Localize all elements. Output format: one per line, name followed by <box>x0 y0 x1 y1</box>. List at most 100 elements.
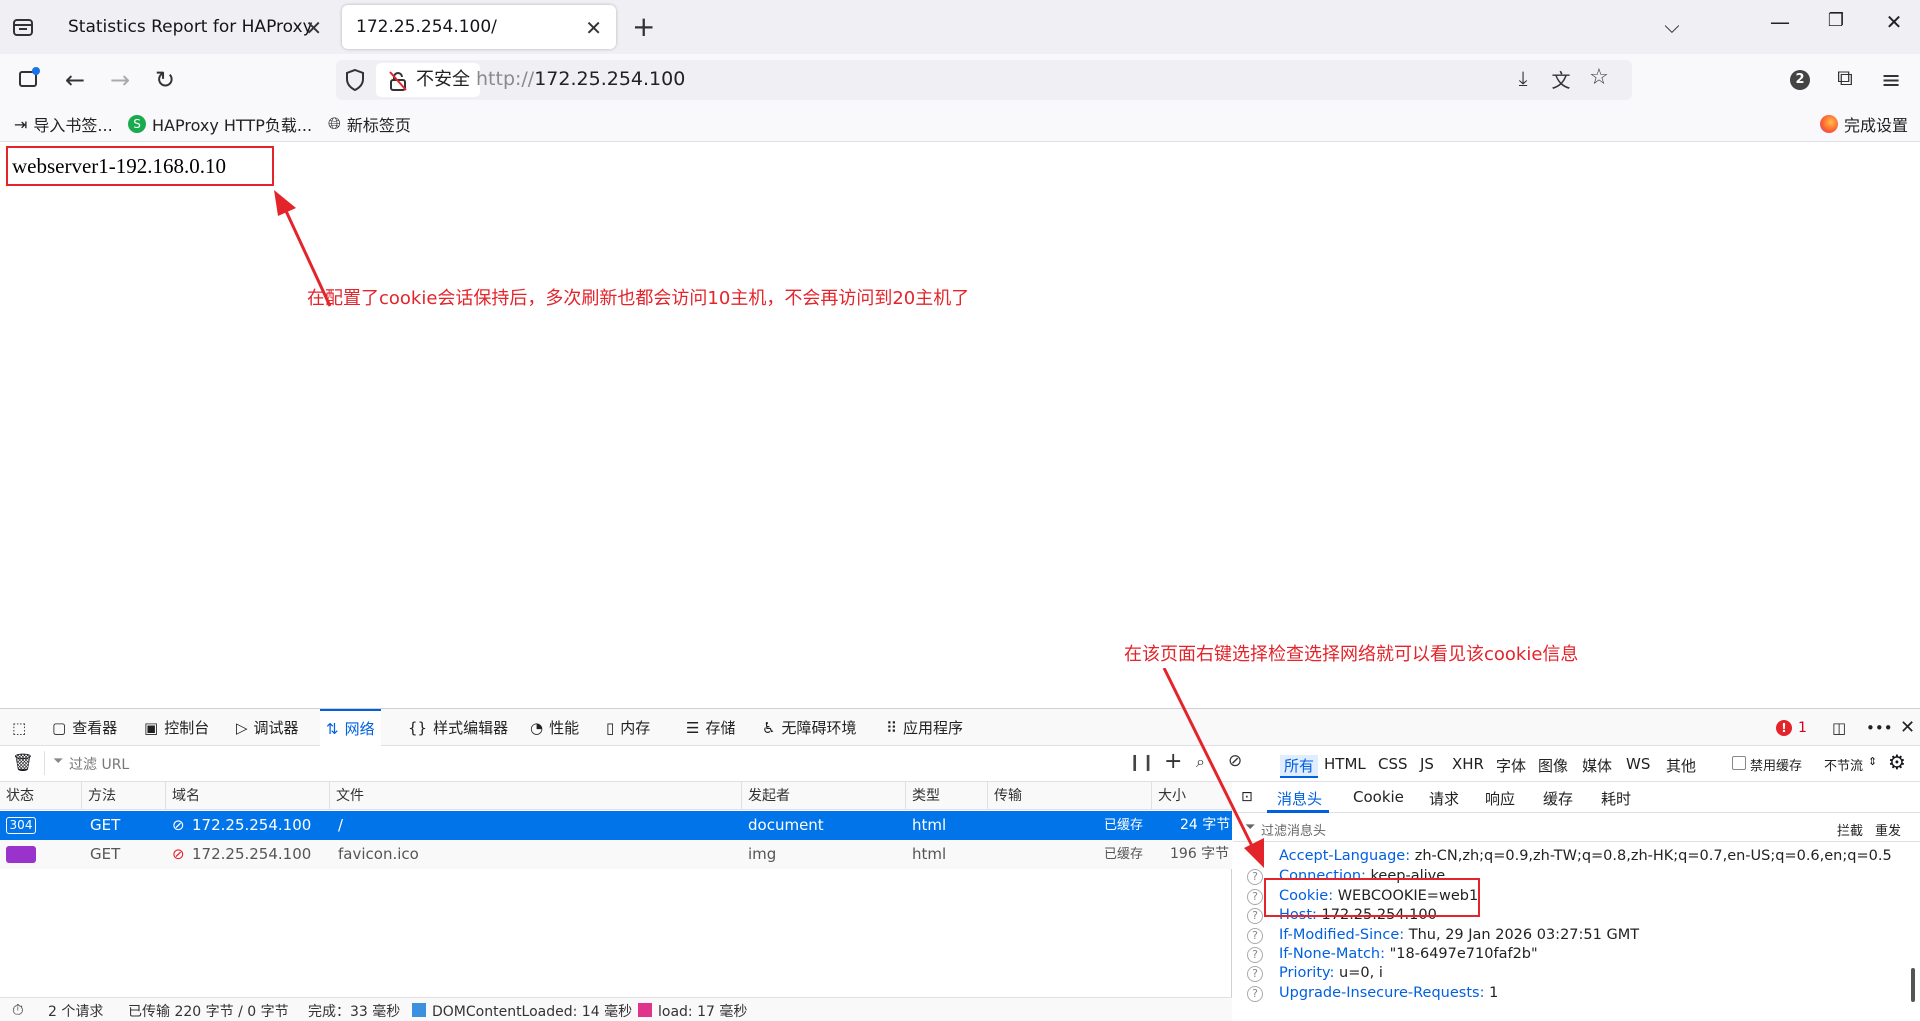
col-domain[interactable]: 域名 <box>166 782 330 810</box>
tab-storage[interactable]: ☰ 存储 <box>680 709 741 746</box>
tab-request[interactable]: 请求 <box>1429 788 1459 809</box>
tab-debugger[interactable]: ▷ 调试器 <box>230 709 305 746</box>
tab-label: 性能 <box>549 719 580 737</box>
help-icon[interactable]: ? <box>1247 889 1263 905</box>
error-count[interactable]: ! 1 <box>1770 709 1813 746</box>
stopwatch-icon[interactable]: ⏱ <box>12 1001 24 1019</box>
domain-cell: 172.25.254.100 <box>192 816 312 834</box>
tab-list-chevron-icon[interactable]: ⌵ <box>1652 14 1692 38</box>
save-page-icon[interactable]: ⤓ <box>1508 66 1538 90</box>
block-button[interactable]: 拦截 <box>1837 820 1863 839</box>
header-filter-input[interactable]: 过滤消息头 <box>1261 820 1326 839</box>
tab-inspector[interactable]: ▢ 查看器 <box>46 709 123 746</box>
finish-setup-button[interactable]: 完成设置 <box>1820 112 1908 136</box>
col-initiator[interactable]: 发起者 <box>742 782 906 810</box>
tab-console[interactable]: ▣ 控制台 <box>138 709 215 746</box>
translate-icon[interactable]: 文 <box>1546 66 1576 93</box>
close-tab-icon[interactable]: ✕ <box>305 16 322 40</box>
filter-xhr[interactable]: XHR <box>1452 755 1484 773</box>
header-key: Upgrade-Insecure-Requests: 1 <box>1279 985 1498 1001</box>
header-key: Priority: u=0, i <box>1279 965 1383 981</box>
tab-memory[interactable]: ▯ 内存 <box>600 709 656 746</box>
help-icon[interactable]: ? <box>1247 908 1263 924</box>
new-tab-plus-icon[interactable]: + <box>632 10 655 43</box>
col-file[interactable]: 文件 <box>330 782 742 810</box>
bookmark-star-icon[interactable]: ☆ <box>1584 65 1614 90</box>
tab-label: 无障碍环境 <box>781 719 857 737</box>
tab-timings[interactable]: 耗时 <box>1601 788 1631 809</box>
help-icon[interactable]: ? <box>1247 986 1263 1002</box>
filter-css[interactable]: CSS <box>1378 755 1408 773</box>
trash-icon[interactable]: 🗑︎ <box>12 753 34 773</box>
col-status[interactable]: 状态 <box>0 782 82 810</box>
tab-headers[interactable]: 消息头 <box>1277 788 1322 809</box>
tab-performance[interactable]: ◔ 性能 <box>524 709 585 746</box>
extensions-icon[interactable]: ⧉ <box>1830 66 1860 91</box>
filter-js[interactable]: JS <box>1420 755 1434 773</box>
more-options-icon[interactable]: ••• <box>1860 709 1899 746</box>
tab-application[interactable]: ⠿ 应用程序 <box>880 709 969 746</box>
tab-haproxy-stats[interactable]: Statistics Report for HAProxy ✕ <box>54 5 336 49</box>
help-icon[interactable]: ? <box>1247 966 1263 982</box>
close-window-icon[interactable]: ✕ <box>1874 10 1914 34</box>
dock-toggle-icon[interactable]: ◫ <box>1826 709 1852 746</box>
tab-cookie[interactable]: Cookie <box>1353 788 1404 806</box>
filter-other[interactable]: 其他 <box>1666 755 1696 776</box>
help-icon[interactable]: ? <box>1247 869 1263 885</box>
list-all-tabs-icon[interactable] <box>10 14 36 40</box>
menu-hamburger-icon[interactable]: ≡ <box>1876 66 1906 94</box>
forward-arrow-icon[interactable]: → <box>105 66 135 94</box>
header-key: If-None-Match: "18-6497e710faf2b" <box>1279 946 1538 962</box>
account-badge[interactable]: 2 <box>1790 70 1810 90</box>
disable-cache-label: 禁用缓存 <box>1750 759 1803 774</box>
col-method[interactable]: 方法 <box>82 782 166 810</box>
grid-icon: ⠿ <box>886 718 897 737</box>
tab-network[interactable]: ⇅ 网络 <box>320 709 381 746</box>
minimize-icon[interactable]: — <box>1760 10 1800 34</box>
network-summary-bar: ⏱ 2 个请求 已传输 220 字节 / 0 字节 完成：33 毫秒 DOMCo… <box>0 997 1232 1021</box>
restore-icon[interactable]: ❐ <box>1816 10 1856 31</box>
address-bar[interactable]: 不安全 http://172.25.254.100 ⤓ 文 ☆ <box>336 60 1632 100</box>
filter-all[interactable]: 所有 <box>1280 755 1319 778</box>
filter-images[interactable]: 图像 <box>1538 755 1568 776</box>
filter-ws[interactable]: WS <box>1626 755 1650 773</box>
request-row[interactable]: GET ⊘ 172.25.254.100 favicon.ico img htm… <box>0 840 1232 869</box>
bookmark-newtab[interactable]: 🌐︎ 新标签页 <box>328 112 411 136</box>
filter-media[interactable]: 媒体 <box>1582 755 1612 776</box>
url-text[interactable]: http://172.25.254.100 <box>476 68 685 90</box>
not-secure-indicator[interactable]: 不安全 <box>376 63 480 97</box>
disable-cache-checkbox[interactable] <box>1732 756 1746 770</box>
close-tab-icon[interactable]: ✕ <box>585 16 602 40</box>
bookmark-haproxy[interactable]: S HAProxy HTTP负载... <box>128 112 312 136</box>
settings-gear-icon[interactable]: ⚙ <box>1888 750 1906 774</box>
request-count: 2 个请求 <box>48 1004 104 1020</box>
back-arrow-icon[interactable]: ← <box>60 66 90 94</box>
tab-active-page[interactable]: 172.25.254.100/ ✕ <box>342 5 616 49</box>
close-devtools-icon[interactable]: ✕ <box>1894 709 1920 746</box>
filter-url-input[interactable]: ⏷ 过滤 URL <box>44 751 1094 775</box>
tab-response[interactable]: 响应 <box>1485 788 1515 809</box>
tab-cache[interactable]: 缓存 <box>1543 788 1573 809</box>
filter-html[interactable]: HTML <box>1324 755 1366 773</box>
pause-icon[interactable]: ❙❙ <box>1128 752 1155 771</box>
reload-icon[interactable]: ↻ <box>150 66 180 94</box>
request-row[interactable]: 304 GET ⊘ 172.25.254.100 / document html… <box>0 811 1232 840</box>
help-icon[interactable]: ? <box>1247 928 1263 944</box>
element-picker-icon[interactable]: ⬚ <box>6 709 32 746</box>
shield-icon[interactable] <box>344 68 366 96</box>
tab-accessibility[interactable]: ♿︎ 无障碍环境 <box>756 709 862 746</box>
header-value: 1 <box>1489 985 1499 1001</box>
tab-style-editor[interactable]: {} 样式编辑器 <box>402 709 514 746</box>
initiator-cell: document <box>748 816 824 834</box>
sidebar-icon[interactable] <box>14 66 44 96</box>
resend-button[interactable]: 重发 <box>1875 820 1901 839</box>
filter-fonts[interactable]: 字体 <box>1496 755 1526 776</box>
col-type[interactable]: 类型 <box>906 782 988 810</box>
bookmark-label: 新标签页 <box>346 116 411 135</box>
globe-icon: 🌐︎ <box>328 114 341 133</box>
scrollbar-thumb[interactable] <box>1911 968 1915 1002</box>
bookmark-import[interactable]: ⇥ 导入书签... <box>14 112 113 136</box>
col-transfer[interactable]: 传输 <box>988 782 1152 810</box>
throttle-select[interactable]: 不节流 <box>1824 755 1863 774</box>
help-icon[interactable]: ? <box>1247 947 1263 963</box>
